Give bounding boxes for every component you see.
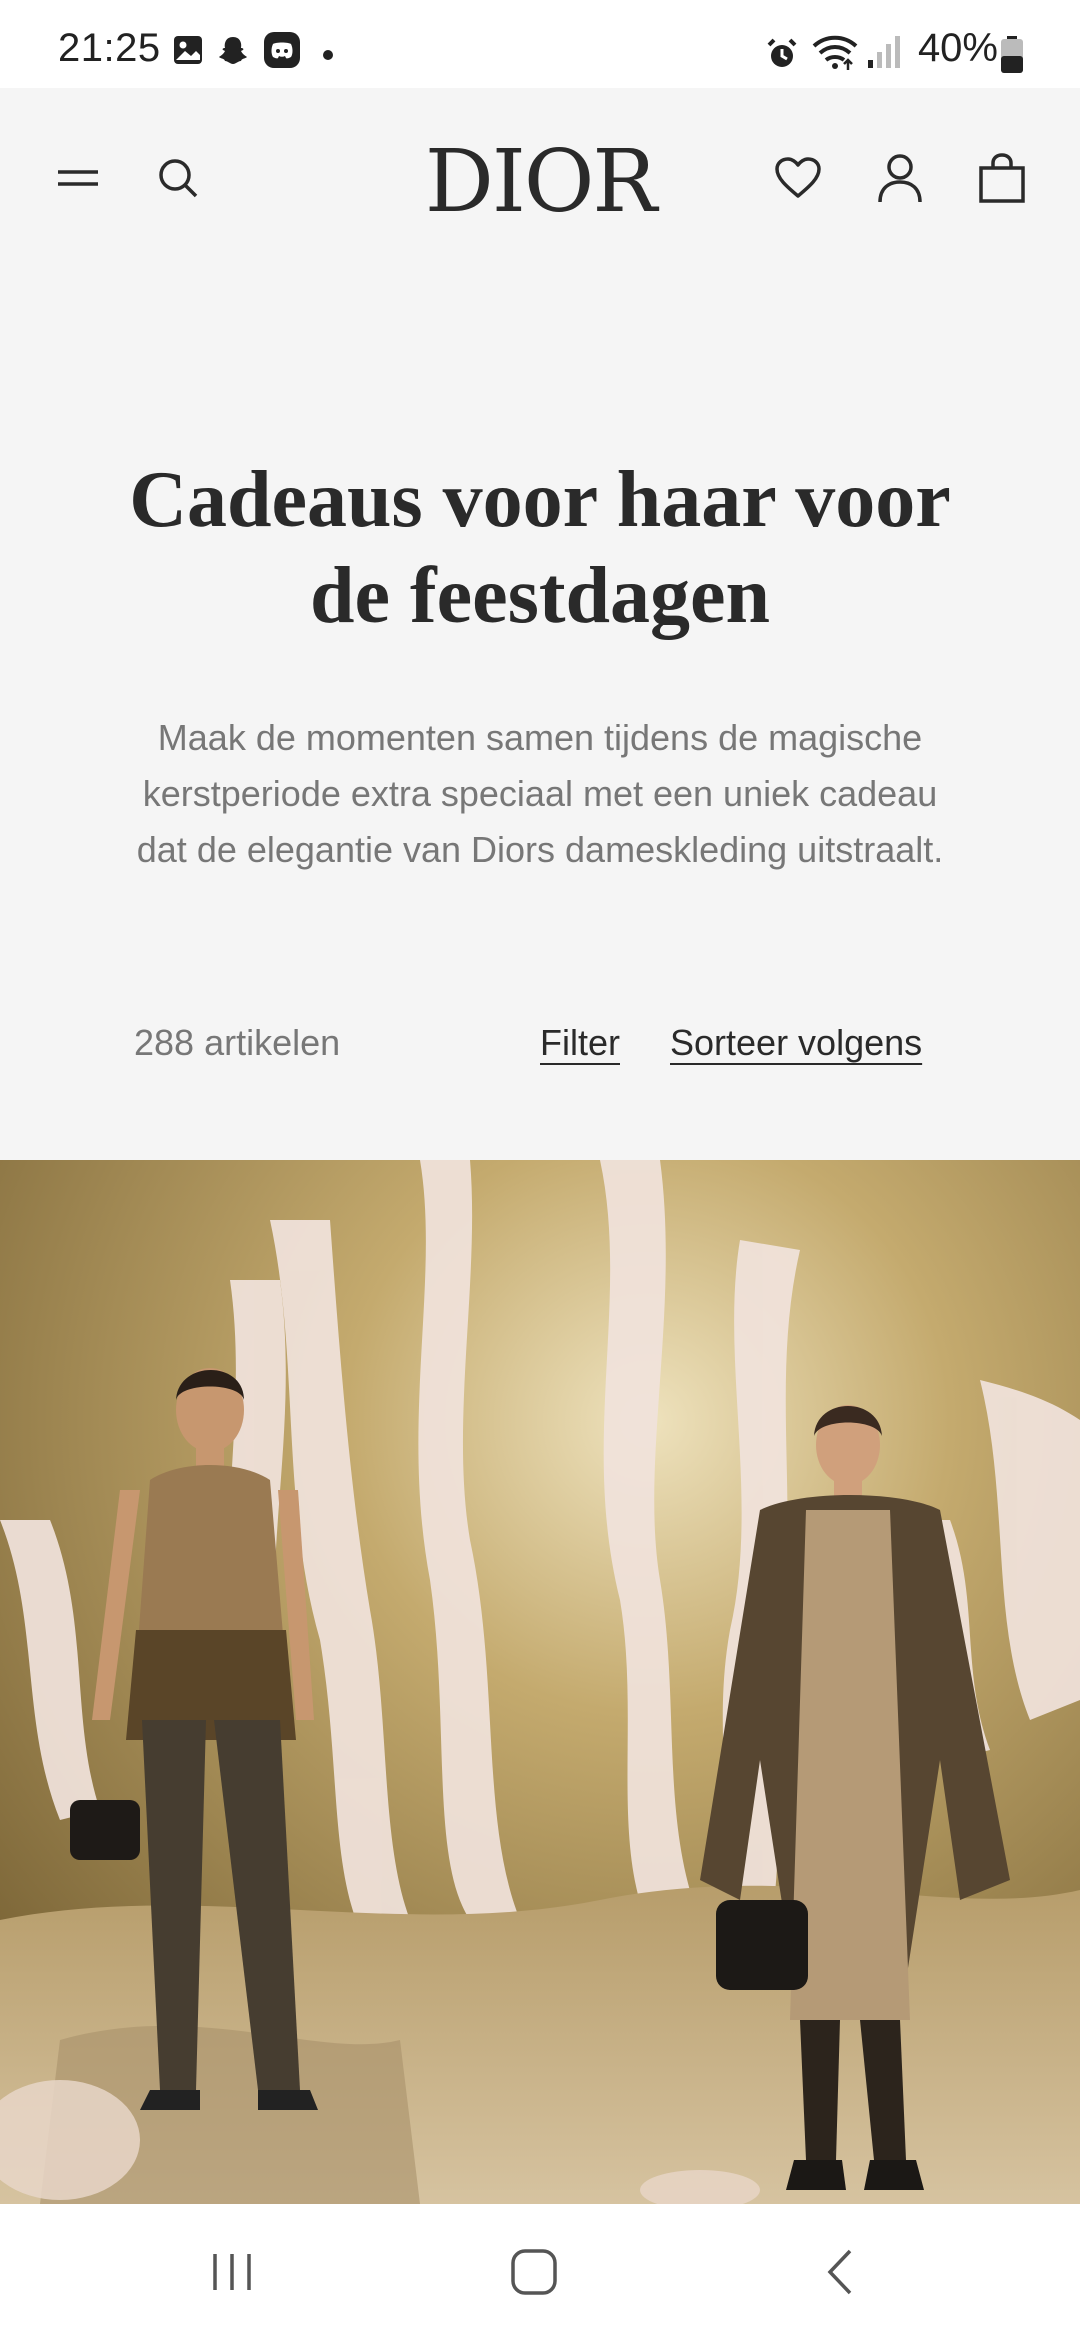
heart-icon[interactable] bbox=[766, 146, 830, 210]
page-description: Maak de momenten samen tijdens de magisc… bbox=[136, 717, 944, 870]
page-title: Cadeaus voor haar voor de feestdagen bbox=[129, 456, 951, 640]
signal-icon bbox=[866, 32, 902, 74]
sort-button[interactable]: Sorteer volgens bbox=[670, 1022, 922, 1064]
results-count: 288 artikelen bbox=[134, 1022, 341, 1063]
app-header: DIOR bbox=[0, 88, 1080, 268]
dot-icon bbox=[322, 46, 334, 65]
filter-button[interactable]: Filter bbox=[540, 1022, 620, 1064]
status-bar: 21:25 40% bbox=[0, 0, 1080, 88]
gallery-icon bbox=[172, 34, 204, 70]
account-icon[interactable] bbox=[868, 146, 932, 210]
system-nav-bar bbox=[0, 2204, 1080, 2340]
wifi-icon bbox=[812, 32, 858, 76]
discord-icon bbox=[262, 30, 302, 74]
battery-percentage: 40% bbox=[917, 26, 998, 70]
back-icon[interactable] bbox=[800, 2240, 880, 2304]
hero-image[interactable] bbox=[0, 1160, 1080, 2204]
alarm-icon bbox=[764, 36, 800, 76]
home-icon[interactable] bbox=[494, 2240, 574, 2304]
battery-icon bbox=[1000, 36, 1024, 78]
bag-icon[interactable] bbox=[970, 146, 1034, 210]
status-time: 21:25 bbox=[58, 26, 161, 70]
snapchat-icon bbox=[216, 34, 250, 72]
recent-apps-icon[interactable] bbox=[192, 2240, 272, 2304]
